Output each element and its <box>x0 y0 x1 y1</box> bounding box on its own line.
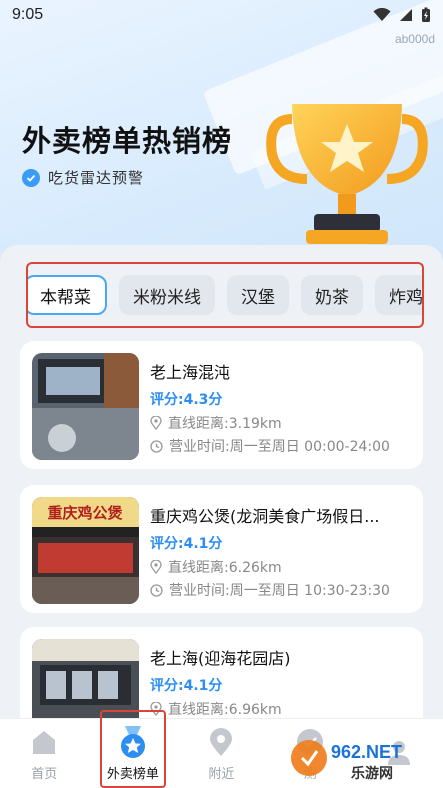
nav-home-label: 首页 <box>31 767 58 782</box>
hero-subtitle: 吃货雷达预警 <box>22 167 144 188</box>
location-pin-icon <box>150 416 162 430</box>
wifi-icon <box>373 8 391 21</box>
shop-name: 重庆鸡公煲(龙洞美食广场假日... <box>150 507 380 526</box>
shop-score: 评分:4.3分 <box>150 392 223 408</box>
home-icon <box>27 725 61 759</box>
shop-photo: 重庆鸡公煲 <box>32 497 139 604</box>
tab-hanbao[interactable]: 汉堡 <box>227 275 289 315</box>
medal-icon <box>116 725 150 759</box>
shop-distance: 直线距离:6.26km <box>168 560 282 576</box>
shop-name: 老上海混沌 <box>150 363 231 382</box>
shop-card[interactable]: 重庆鸡公煲 重庆鸡公煲(龙洞美食广场假日... 评分:4.1分 直线距离:6.2… <box>20 485 423 613</box>
nav-waimai-ranking[interactable]: 外卖榜单 <box>89 719 178 788</box>
location-icon <box>204 725 238 759</box>
shop-photo <box>32 353 139 460</box>
shop-distance: 直线距离:6.96km <box>168 702 282 718</box>
nav-home[interactable]: 首页 <box>0 719 89 788</box>
tab-benbangcai[interactable]: 本帮菜 <box>28 275 107 315</box>
status-time: 9:05 <box>12 6 44 23</box>
signal-icon <box>400 9 412 21</box>
shop-distance: 直线距离:3.19km <box>168 416 282 432</box>
shop-sign-text: 重庆鸡公煲 <box>47 504 123 522</box>
tab-zhaji[interactable]: 炸鸡 <box>375 275 422 315</box>
nav-nearby-label: 附近 <box>208 767 235 782</box>
location-pin-icon <box>150 702 162 716</box>
shop-card[interactable]: 老上海混沌 评分:4.3分 直线距离:3.19km 营业时间:周一至周日 00:… <box>20 341 423 469</box>
status-bar: 9:05 <box>0 0 443 30</box>
shop-score: 评分:4.1分 <box>150 536 223 552</box>
check-circle-icon <box>22 168 40 187</box>
hero-subtitle-text: 吃货雷达预警 <box>48 169 145 187</box>
shop-score: 评分:4.1分 <box>150 678 223 694</box>
tab-mifen-mixian[interactable]: 米粉米线 <box>119 275 215 315</box>
watermark-logo: 962.NET 乐游网 <box>291 740 402 782</box>
shop-hours: 营业时间:周一至周日 00:00-24:00 <box>169 439 390 455</box>
clock-icon <box>150 583 163 597</box>
nav-waimai-label: 外卖榜单 <box>106 767 159 782</box>
svg-text:乐游网: 乐游网 <box>351 765 393 782</box>
location-pin-icon <box>150 560 162 574</box>
nav-nearby[interactable]: 附近 <box>177 719 266 788</box>
shop-hours: 营业时间:周一至周日 10:30-23:30 <box>169 583 390 599</box>
clock-icon <box>150 439 163 453</box>
trophy-icon <box>266 104 428 244</box>
category-tabs: 本帮菜 米粉米线 汉堡 奶茶 炸鸡 <box>26 262 424 328</box>
tab-naicha[interactable]: 奶茶 <box>301 275 363 315</box>
battery-icon <box>422 7 430 22</box>
svg-text:962.NET: 962.NET <box>331 742 402 762</box>
shop-name: 老上海(迎海花园店) <box>150 649 291 668</box>
device-id: ab000d <box>394 32 435 46</box>
page-title: 外卖榜单热销榜 <box>22 124 233 158</box>
